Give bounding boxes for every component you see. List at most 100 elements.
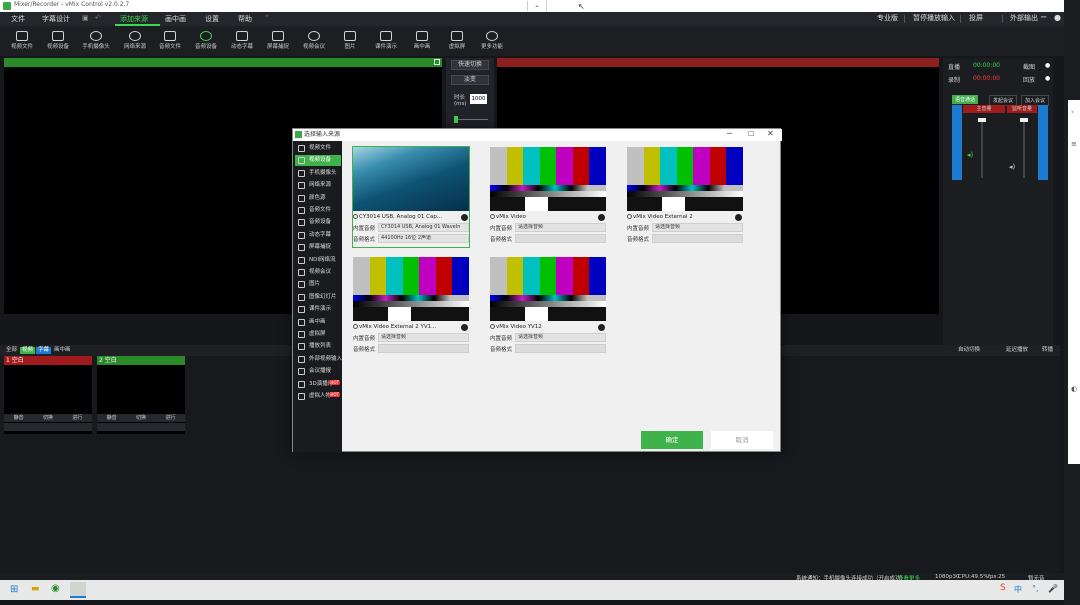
transition-slider[interactable] <box>454 119 488 120</box>
file-explorer-icon[interactable]: ▬ <box>31 584 40 594</box>
device-radio[interactable] <box>627 214 632 219</box>
dialog-side-item[interactable]: 3D演播厅 HOT <box>295 379 341 390</box>
format-select[interactable] <box>515 234 606 243</box>
format-select[interactable] <box>515 344 606 353</box>
user-avatar-icon[interactable]: ● <box>1054 13 1061 22</box>
pro-edition-label[interactable]: 专业版 <box>872 13 903 24</box>
audio-select[interactable]: CY3014 USB, Analog 01 WaveIn <box>378 223 469 232</box>
cancel-button[interactable]: 取消 <box>711 431 773 449</box>
audio-select[interactable]: 请选择音频 <box>378 333 469 342</box>
tool-video-meeting[interactable]: 视频会议 <box>294 29 334 50</box>
gear-icon[interactable] <box>461 324 468 331</box>
pause-input-button[interactable]: 暂停播放输入 <box>908 13 960 24</box>
tool-video-device[interactable]: 视频设备 <box>38 29 78 50</box>
device-radio[interactable] <box>490 324 495 329</box>
dialog-side-item[interactable]: 虚拟人物 HOT <box>295 391 341 402</box>
dialog-side-item[interactable]: 颜色源 <box>295 193 341 204</box>
switch-button[interactable]: 切换 <box>136 414 146 422</box>
gear-icon[interactable] <box>461 214 468 221</box>
menu-file[interactable]: 文件 <box>11 14 25 24</box>
menu-help[interactable]: 帮助 <box>238 14 252 24</box>
gear-icon[interactable] <box>598 214 605 221</box>
tool-image[interactable]: 图片 <box>330 29 370 50</box>
tool-screen-capture[interactable]: 屏幕捕捉 <box>258 29 298 50</box>
dialog-side-item[interactable]: 图像幻灯片 <box>295 292 341 303</box>
dialog-side-item[interactable]: 音频文件 <box>295 205 341 216</box>
ime-logo-icon[interactable]: S <box>1000 583 1006 593</box>
menu-title-design[interactable]: 字幕设计 <box>42 14 70 24</box>
minimize-icon[interactable]: ─ <box>727 129 732 138</box>
ok-button[interactable]: 确定 <box>641 431 703 449</box>
tab-title[interactable]: 字幕 <box>36 347 52 354</box>
windows-start-icon[interactable]: ⊞ <box>10 584 18 595</box>
device-radio[interactable] <box>353 324 358 329</box>
source-controls[interactable] <box>97 423 185 431</box>
chevron-up-icon[interactable]: ⌃ <box>264 14 270 22</box>
dialog-side-item[interactable]: 会议播报 <box>295 366 341 377</box>
tool-audio-file[interactable]: 音频文件 <box>150 29 190 50</box>
main-volume-handle[interactable] <box>978 118 986 122</box>
playback-button[interactable]: 回放 <box>1023 75 1035 84</box>
audio-select[interactable]: 请选择音频 <box>515 223 606 232</box>
go-button[interactable]: 进行 <box>165 414 175 422</box>
monitor-volume-handle[interactable] <box>1020 118 1028 122</box>
speaker-icon[interactable]: ◂) <box>1009 163 1015 171</box>
tool-phone-camera[interactable]: 手机摄像头 <box>76 29 116 50</box>
tab-all[interactable]: 全部 <box>4 347 19 354</box>
quick-switch-button[interactable]: 快速切换 <box>451 60 489 70</box>
info-icon[interactable]: ◐ <box>1071 385 1077 393</box>
record-gear-icon[interactable]: ● <box>1045 75 1050 82</box>
gear-icon[interactable] <box>735 214 742 221</box>
dialog-side-item[interactable]: 视频设备 <box>295 155 341 167</box>
delay-play-button[interactable]: 延迟播放 <box>1004 347 1030 354</box>
relay-button[interactable]: 转播 <box>1040 347 1055 354</box>
dialog-side-item[interactable]: 音频设备 <box>295 217 341 228</box>
audio-select[interactable]: 请选择音频 <box>652 223 743 232</box>
source-controls[interactable] <box>4 423 92 431</box>
audio-select[interactable]: 请选择音频 <box>515 333 606 342</box>
chevron-icon[interactable]: › <box>1071 108 1074 116</box>
live-gear-icon[interactable]: ● <box>1045 62 1050 69</box>
punctuation-icon[interactable]: °, <box>1032 584 1039 593</box>
mute-button[interactable]: 静音 <box>107 414 117 422</box>
gear-icon[interactable] <box>598 324 605 331</box>
device-radio[interactable] <box>353 214 358 219</box>
tool-dynamic-title[interactable]: 动态字幕 <box>222 29 262 50</box>
duration-input[interactable]: 1000 <box>470 94 487 104</box>
tool-more[interactable]: 更多功能 <box>472 29 512 50</box>
dialog-side-item[interactable]: 外部视频输入 <box>295 354 342 365</box>
source-tile[interactable]: 1 空白 静音 切换 进行 <box>4 356 92 434</box>
tool-video-file[interactable]: 视频文件 <box>2 29 42 50</box>
microphone-icon[interactable]: 🎤 <box>1048 584 1058 593</box>
dialog-side-item[interactable]: NDI网络流 <box>295 255 341 266</box>
device-card[interactable]: vMix Video YV12 内置音频 请选择音频 音频格式 <box>490 257 607 357</box>
tab-video[interactable]: 视频 <box>20 347 36 354</box>
save-icon[interactable]: ▣ <box>82 14 89 22</box>
device-radio[interactable] <box>490 214 495 219</box>
monitor-volume-fader[interactable] <box>1023 120 1025 178</box>
main-volume-fader[interactable] <box>981 120 983 178</box>
dialog-side-item[interactable]: 虚拟屏 <box>295 329 341 340</box>
fade-select[interactable]: 淡变 <box>451 75 489 85</box>
tab-pip[interactable]: 画中画 <box>52 347 73 354</box>
tool-network-source[interactable]: 网络来源 <box>115 29 155 50</box>
minimize-icon[interactable]: ─ <box>1041 13 1046 23</box>
dialog-side-item[interactable]: 视频会议 <box>295 267 341 278</box>
go-button[interactable]: 进行 <box>72 414 82 422</box>
browser-icon[interactable]: ◉ <box>51 583 60 594</box>
format-select[interactable]: 44100Hz 16位 2声道 <box>378 234 469 243</box>
tool-courseware[interactable]: 课件演示 <box>366 29 406 50</box>
cast-button[interactable]: 投屏 <box>964 13 988 24</box>
dialog-side-item[interactable]: 图片 <box>295 279 341 290</box>
tab-voice-call[interactable]: 语音通话 <box>952 95 979 104</box>
dialog-side-item[interactable]: 播放列表 <box>295 341 341 352</box>
speaker-icon[interactable]: ◂) <box>967 151 973 159</box>
switch-button[interactable]: 切换 <box>43 414 53 422</box>
app-taskbar-icon[interactable] <box>70 582 86 598</box>
format-select[interactable] <box>652 234 743 243</box>
device-card[interactable]: vMix Video 内置音频 请选择音频 音频格式 <box>490 147 607 247</box>
dialog-side-item[interactable]: 动态字幕 <box>295 230 341 241</box>
dialog-side-item[interactable]: 网络来源 <box>295 180 341 191</box>
dialog-side-item[interactable]: 屏幕捕捉 <box>295 242 341 253</box>
format-select[interactable] <box>378 344 469 353</box>
